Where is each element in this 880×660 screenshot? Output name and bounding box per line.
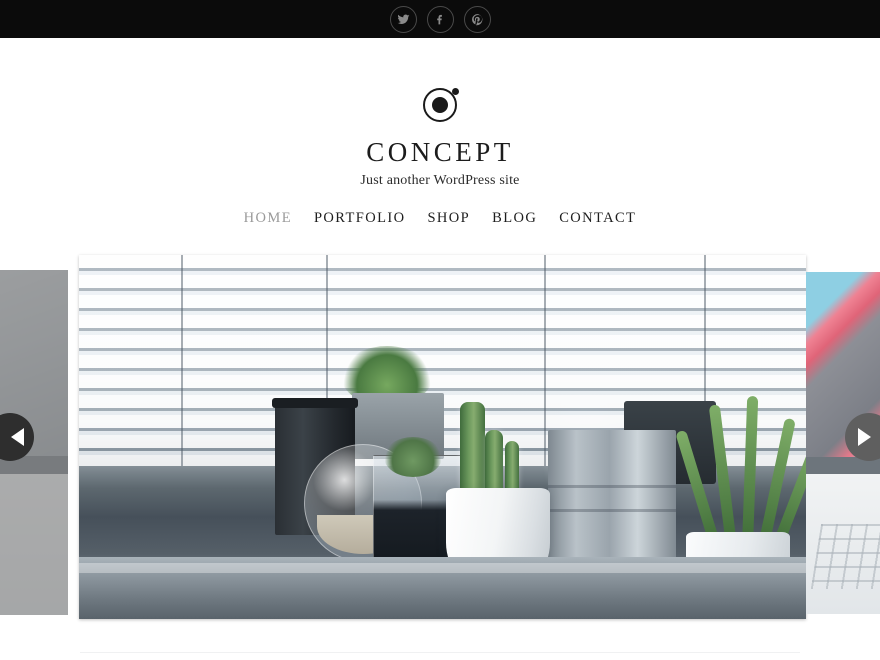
nav-item-shop[interactable]: SHOP xyxy=(416,210,481,227)
primary-navigation: HOME PORTFOLIO SHOP BLOG CONTACT xyxy=(0,195,880,241)
laptop-keyboard xyxy=(806,473,880,614)
keyboard-keys xyxy=(810,524,880,589)
plant-blade xyxy=(742,396,759,547)
top-social-bar xyxy=(0,0,880,38)
jar-succulent xyxy=(384,437,443,477)
page-root: CONCEPT Just another WordPress site HOME… xyxy=(0,0,880,660)
snake-plant xyxy=(675,379,806,549)
logo-core-dot xyxy=(432,97,448,113)
nav-item-portfolio[interactable]: PORTFOLIO xyxy=(303,210,417,227)
bucket-rib xyxy=(547,509,676,513)
site-title[interactable]: CONCEPT xyxy=(0,137,880,168)
blind-cord xyxy=(180,255,183,467)
nav-item-home[interactable]: HOME xyxy=(233,210,303,227)
slide-active[interactable] xyxy=(79,255,806,619)
counter-surface xyxy=(79,557,806,619)
blind-cord xyxy=(544,255,547,467)
nav-item-contact[interactable]: CONTACT xyxy=(548,210,647,227)
pinterest-icon[interactable] xyxy=(463,5,491,33)
bucket-rib xyxy=(547,484,676,488)
hero-slider xyxy=(0,241,880,626)
counter-highlight xyxy=(79,563,806,574)
site-branding: CONCEPT Just another WordPress site xyxy=(0,38,880,188)
slide-active-image xyxy=(79,255,806,619)
chevron-right-icon xyxy=(857,428,871,446)
facebook-icon[interactable] xyxy=(426,5,454,33)
content-section-top-edge xyxy=(80,652,800,660)
orbit-logo-icon[interactable] xyxy=(421,86,459,124)
prev-photo-lower xyxy=(0,473,68,615)
nav-item-blog[interactable]: BLOG xyxy=(481,210,548,227)
twitter-icon[interactable] xyxy=(389,5,417,33)
chevron-left-icon xyxy=(10,428,24,446)
logo-satellite-dot xyxy=(452,88,459,95)
site-tagline: Just another WordPress site xyxy=(360,172,520,188)
